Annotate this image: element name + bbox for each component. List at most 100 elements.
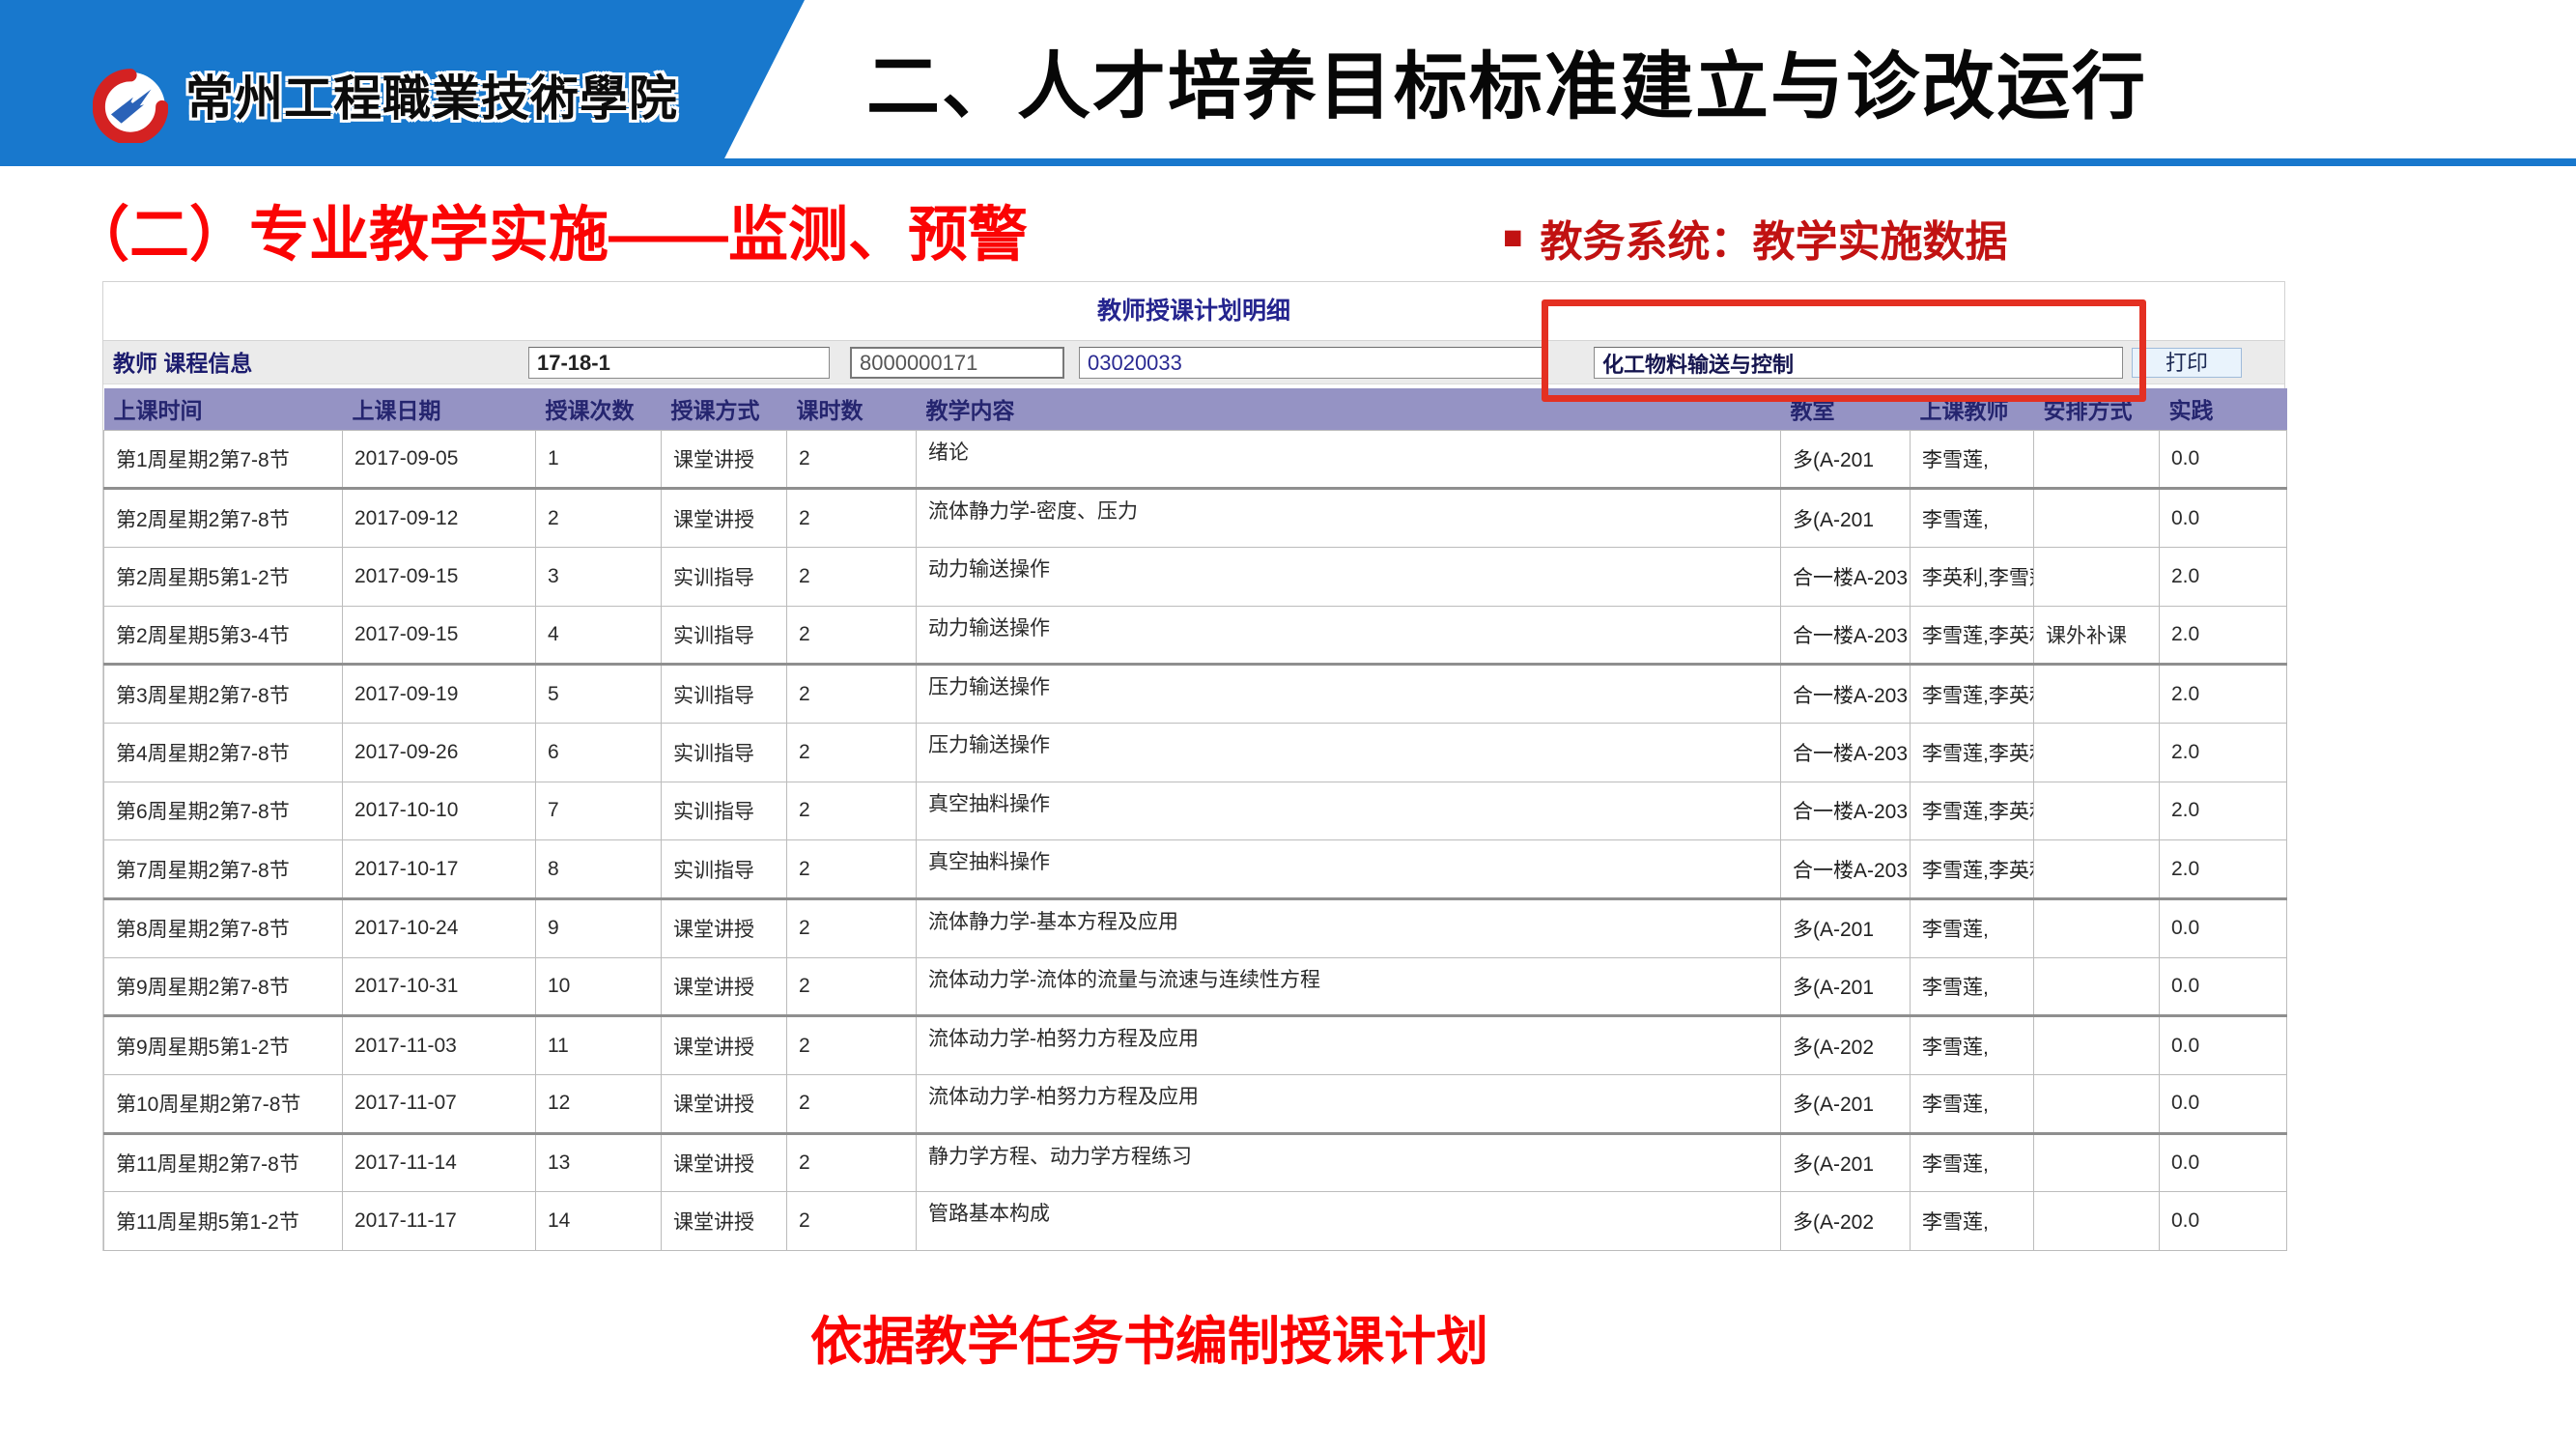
cell-class-date: 2017-11-07 [343, 1075, 536, 1134]
cell-lecture-no: 5 [536, 665, 662, 724]
cell-teach-content: 管路基本构成 [917, 1192, 1781, 1251]
course-name-input[interactable] [1594, 347, 2123, 379]
cell-classroom: 合一楼A-203, [1781, 782, 1911, 840]
cell-class-time: 第6周星期2第7-8节 [104, 782, 343, 840]
cell-teach-method: 实训指导 [662, 547, 787, 606]
form-label: 教师 课程信息 [113, 341, 252, 385]
cell-arrange-method [2034, 1133, 2160, 1192]
cell-teach-content: 动力输送操作 [917, 547, 1781, 606]
cell-classroom: 合一楼A-203, [1781, 840, 1911, 899]
col-arrange-method: 安排方式 [2034, 388, 2160, 430]
cell-teach-content: 绪论 [917, 430, 1781, 489]
cell-practice: 2.0 [2160, 547, 2287, 606]
cell-teach-content: 静力学方程、动力学方程练习 [917, 1133, 1781, 1192]
cell-class-time: 第3周星期2第7-8节 [104, 665, 343, 724]
table-row: 第9周星期5第1-2节2017-11-0311课堂讲授2流体动力学-柏努力方程及… [104, 1016, 2287, 1075]
cell-teach-method: 课堂讲授 [662, 1075, 787, 1134]
cell-lecture-no: 13 [536, 1133, 662, 1192]
cell-class-time: 第9周星期2第7-8节 [104, 957, 343, 1016]
table-title: 教师授课计划明细 [103, 292, 2284, 327]
teacher-code-input[interactable] [850, 347, 1064, 379]
section-heading: （二）专业教学实施——监测、预警 [70, 185, 1028, 272]
table-row: 第6周星期2第7-8节2017-10-107实训指导2真空抽料操作合一楼A-20… [104, 782, 2287, 840]
cell-class-time: 第9周星期5第1-2节 [104, 1016, 343, 1075]
cell-lecture-no: 1 [536, 430, 662, 489]
cell-arrange-method [2034, 957, 2160, 1016]
cell-arrange-method [2034, 723, 2160, 782]
cell-teach-content: 压力输送操作 [917, 665, 1781, 724]
cell-classroom: 多(A-201 [1781, 1075, 1911, 1134]
cell-class-time: 第2周星期5第3-4节 [104, 606, 343, 665]
course-code-input[interactable] [1079, 347, 1544, 379]
table-row: 第11周星期5第1-2节2017-11-1714课堂讲授2管路基本构成多(A-2… [104, 1192, 2287, 1251]
cell-class-date: 2017-11-14 [343, 1133, 536, 1192]
table-row: 第10周星期2第7-8节2017-11-0712课堂讲授2流体动力学-柏努力方程… [104, 1075, 2287, 1134]
cell-class-date: 2017-11-17 [343, 1192, 536, 1251]
col-lecture-no: 授课次数 [536, 388, 662, 430]
cell-class-date: 2017-10-31 [343, 957, 536, 1016]
cell-teach-content: 真空抽料操作 [917, 782, 1781, 840]
cell-teacher: 李雪莲,李英利, [1911, 723, 2034, 782]
table-row: 第2周星期5第1-2节2017-09-153实训指导2动力输送操作合一楼A-20… [104, 547, 2287, 606]
cell-arrange-method [2034, 547, 2160, 606]
cell-practice: 0.0 [2160, 957, 2287, 1016]
cell-teacher: 李英利,李雪莲, [1911, 547, 2034, 606]
cell-teacher: 李雪莲, [1911, 1016, 2034, 1075]
cell-classroom: 多(A-201 [1781, 957, 1911, 1016]
cell-lecture-no: 3 [536, 547, 662, 606]
bullet-note: ■ 教务系统：教学实施数据 [1503, 207, 2008, 269]
term-input[interactable] [528, 347, 830, 379]
table-row: 第2周星期2第7-8节2017-09-122课堂讲授2流体静力学-密度、压力多(… [104, 489, 2287, 548]
cell-class-time: 第4周星期2第7-8节 [104, 723, 343, 782]
cell-arrange-method [2034, 1192, 2160, 1251]
cell-class-time: 第11周星期5第1-2节 [104, 1192, 343, 1251]
cell-periods: 2 [787, 1133, 917, 1192]
cell-class-time: 第10周星期2第7-8节 [104, 1075, 343, 1134]
cell-periods: 2 [787, 782, 917, 840]
cell-classroom: 多(A-201 [1781, 899, 1911, 958]
cell-teacher: 李雪莲, [1911, 899, 2034, 958]
cell-practice: 0.0 [2160, 1016, 2287, 1075]
cell-lecture-no: 2 [536, 489, 662, 548]
cell-teacher: 李雪莲, [1911, 1192, 2034, 1251]
cell-teach-content: 流体静力学-基本方程及应用 [917, 899, 1781, 958]
cell-classroom: 合一楼A-203, [1781, 723, 1911, 782]
cell-practice: 2.0 [2160, 782, 2287, 840]
cell-teacher: 李雪莲,李英利, [1911, 840, 2034, 899]
cell-classroom: 多(A-201 [1781, 489, 1911, 548]
table-row: 第11周星期2第7-8节2017-11-1413课堂讲授2静力学方程、动力学方程… [104, 1133, 2287, 1192]
cell-periods: 2 [787, 1016, 917, 1075]
col-class-date: 上课日期 [343, 388, 536, 430]
cell-class-time: 第11周星期2第7-8节 [104, 1133, 343, 1192]
cell-class-time: 第2周星期2第7-8节 [104, 489, 343, 548]
cell-practice: 2.0 [2160, 723, 2287, 782]
cell-arrange-method [2034, 489, 2160, 548]
cell-teach-method: 课堂讲授 [662, 489, 787, 548]
filter-form: 教师 课程信息 打印 [103, 340, 2284, 384]
cell-practice: 0.0 [2160, 430, 2287, 489]
col-teach-content: 教学内容 [917, 388, 1781, 430]
cell-periods: 2 [787, 957, 917, 1016]
cell-lecture-no: 9 [536, 899, 662, 958]
cell-practice: 2.0 [2160, 606, 2287, 665]
table-row: 第8周星期2第7-8节2017-10-249课堂讲授2流体静力学-基本方程及应用… [104, 899, 2287, 958]
cell-arrange-method [2034, 430, 2160, 489]
bullet-square-icon: ■ [1503, 219, 1523, 257]
cell-arrange-method [2034, 1075, 2160, 1134]
table-row: 第7周星期2第7-8节2017-10-178实训指导2真空抽料操作合一楼A-20… [104, 840, 2287, 899]
cell-teacher: 李雪莲, [1911, 489, 2034, 548]
bottom-caption: 依据教学任务书编制授课计划 [666, 1298, 1632, 1375]
page-title: 二、人才培养目标标准建立与诊改运行 [821, 27, 2193, 133]
cell-arrange-method: 课外补课 [2034, 606, 2160, 665]
cell-periods: 2 [787, 665, 917, 724]
col-practice: 实践 [2160, 388, 2287, 430]
cell-practice: 2.0 [2160, 840, 2287, 899]
cell-lecture-no: 12 [536, 1075, 662, 1134]
table-body: 第1周星期2第7-8节2017-09-051课堂讲授2绪论多(A-201李雪莲,… [104, 430, 2287, 1251]
cell-classroom: 合一楼A-203, [1781, 665, 1911, 724]
cell-class-date: 2017-10-17 [343, 840, 536, 899]
cell-teach-method: 实训指导 [662, 665, 787, 724]
cell-lecture-no: 14 [536, 1192, 662, 1251]
print-button[interactable]: 打印 [2132, 348, 2242, 378]
table-row: 第1周星期2第7-8节2017-09-051课堂讲授2绪论多(A-201李雪莲,… [104, 430, 2287, 489]
